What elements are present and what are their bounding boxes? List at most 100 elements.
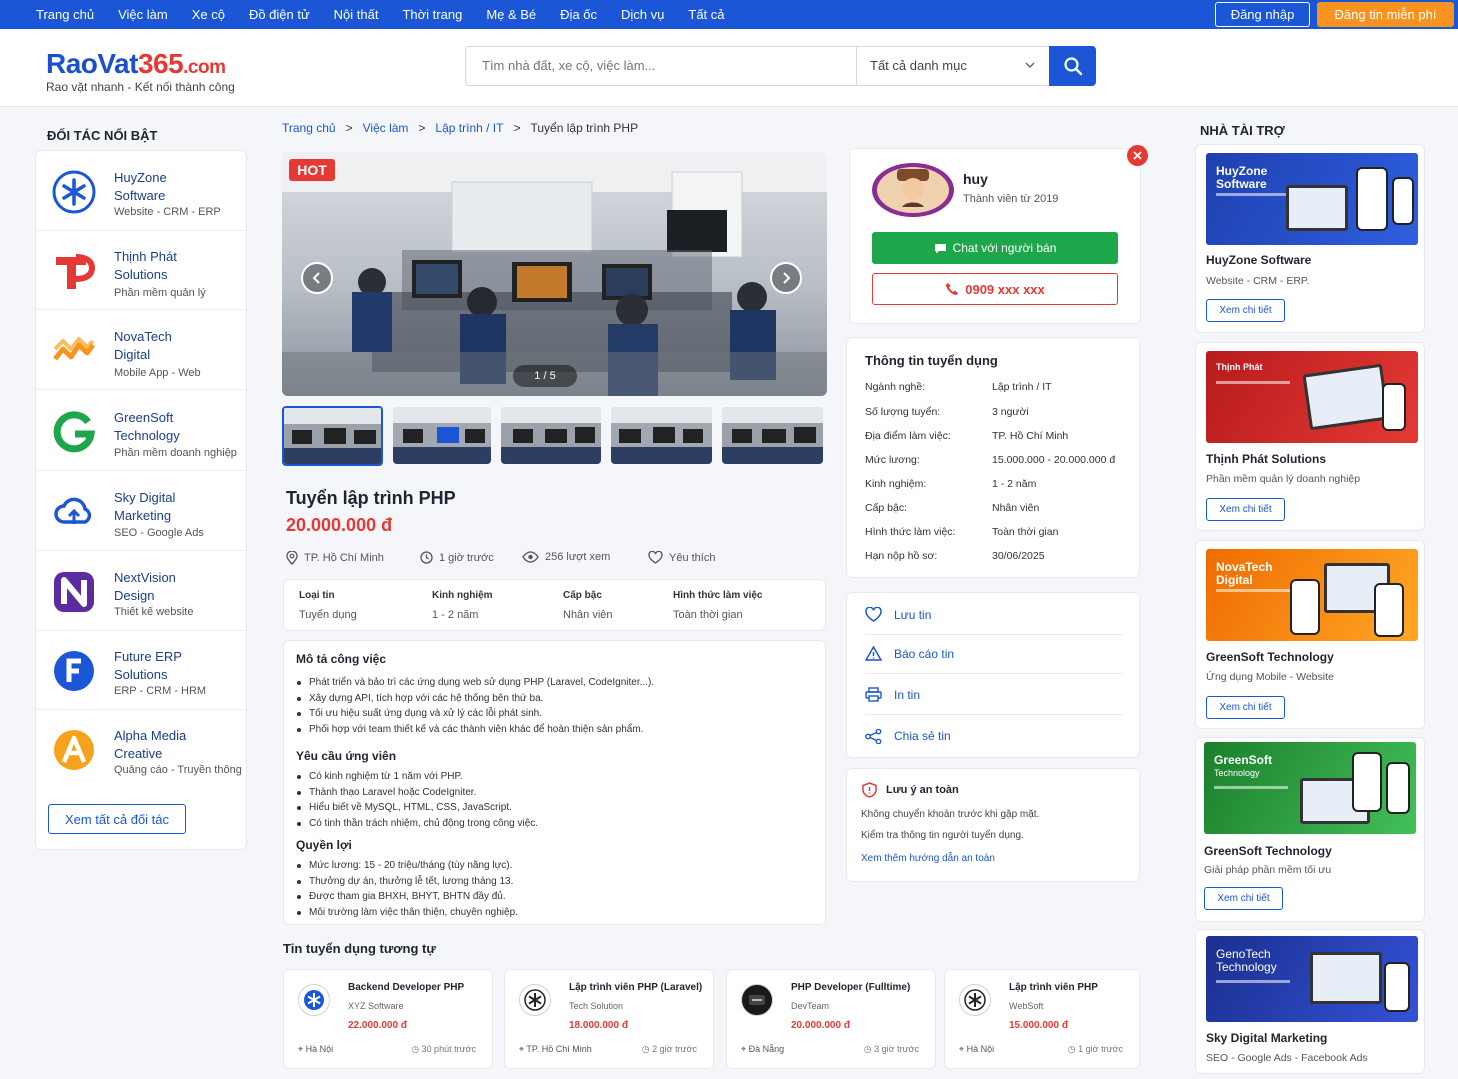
main-listing-image[interactable]: [282, 152, 827, 396]
partner-item[interactable]: Sky Digital Marketing SEO - Google Ads: [36, 472, 246, 551]
similar-job-location: ⌖ Đà Nẵng: [741, 1044, 785, 1054]
thumbnail[interactable]: [393, 407, 491, 464]
fact-value: Tuyển dụng: [299, 609, 357, 621]
thumbnail-photo: [722, 407, 823, 464]
login-button[interactable]: Đăng nhập: [1215, 2, 1310, 27]
partner-desc: Quảng cáo - Truyền thông: [114, 764, 242, 776]
banner-line: GreenSoft: [1214, 753, 1273, 767]
partner-item[interactable]: HuyZone Software Website - CRM - ERP: [36, 152, 246, 231]
seller-avatar[interactable]: [872, 163, 954, 217]
nav-services[interactable]: Dịch vụ: [621, 7, 664, 22]
sponsor-detail-button[interactable]: Xem chi tiết: [1204, 887, 1283, 910]
sponsor-banner[interactable]: GreenSoft Technology: [1204, 742, 1416, 834]
fact-value: Nhân viên: [563, 609, 613, 621]
sponsor-desc: Website - CRM - ERP.: [1206, 275, 1310, 287]
avatar-illustration: [877, 167, 949, 213]
office-photo: [282, 152, 827, 396]
breadcrumb-home[interactable]: Trang chủ: [282, 121, 336, 135]
nav-all[interactable]: Tất cả: [688, 7, 724, 22]
similar-job-card[interactable]: PHP Developer (Fulltime) DevTeam 20.000.…: [726, 969, 936, 1069]
banner-tagline: [1216, 193, 1290, 196]
sponsor-detail-button[interactable]: Xem chi tiết: [1206, 299, 1285, 322]
sponsor-banner[interactable]: Thịnh Phát: [1206, 351, 1418, 443]
report-listing-button[interactable]: Báo cáo tin: [865, 634, 1123, 674]
prev-image-button[interactable]: [301, 262, 333, 294]
search-input[interactable]: [482, 47, 852, 85]
partner-name-line1: Sky Digital: [114, 490, 176, 505]
share-listing-button[interactable]: Chia sẻ tin: [865, 716, 1123, 756]
sponsor-detail-button[interactable]: Xem chi tiết: [1206, 498, 1285, 521]
sponsor-desc: SEO - Google Ads - Facebook Ads: [1206, 1052, 1368, 1064]
thumbnail[interactable]: [611, 407, 712, 464]
like-text: Yêu thích: [669, 551, 716, 564]
chat-seller-button[interactable]: Chat với người bán: [872, 232, 1118, 264]
partner-item[interactable]: Thịnh Phát Solutions Phần mềm quản lý: [36, 231, 246, 310]
nav-home[interactable]: Trang chủ: [36, 7, 94, 22]
save-listing-button[interactable]: Lưu tin: [865, 595, 1123, 635]
partner-name-line2: Creative: [114, 746, 163, 761]
sponsor-banner[interactable]: GenoTech Technology: [1206, 936, 1418, 1022]
close-button[interactable]: [1127, 145, 1148, 166]
like-button[interactable]: Yêu thích: [648, 551, 715, 564]
sponsor-banner-title: HuyZone Software: [1216, 165, 1267, 191]
job-description: Mô tả công việc Phát triển và bảo trì cá…: [283, 640, 826, 925]
info-value: Lập trình / IT: [992, 381, 1052, 393]
similar-job-card[interactable]: Lập trình viên PHP WebSoft 15.000.000 đ …: [944, 969, 1140, 1069]
nav-real-estate[interactable]: Địa ốc: [560, 7, 597, 22]
thumbnail[interactable]: [722, 407, 823, 464]
nav-furniture[interactable]: Nội thất: [334, 7, 379, 22]
safety-title: Lưu ý an toàn: [886, 784, 959, 796]
sponsor-banner[interactable]: NovaTech Digital: [1206, 549, 1418, 641]
similar-job-card[interactable]: Lập trình viên PHP (Laravel) Tech Soluti…: [504, 969, 714, 1069]
listing-price: 20.000.000 đ: [286, 515, 393, 535]
partner-name-line1: Thịnh Phát: [114, 249, 177, 264]
asterisk-logo-icon: [524, 989, 546, 1011]
nav-mom-baby[interactable]: Mẹ & Bé: [486, 7, 536, 22]
partner-name-line1: NextVision: [114, 570, 176, 585]
phone-icon: [946, 283, 959, 295]
recruitment-info: Thông tin tuyển dụng Ngành nghề: Lập trìn…: [846, 337, 1140, 578]
warning-icon: [865, 646, 882, 661]
view-all-partners-button[interactable]: Xem tất cả đối tác: [48, 804, 186, 834]
thumbnail[interactable]: [282, 406, 383, 466]
partner-item[interactable]: Future ERP Solutions ERP - CRM - HRM: [36, 631, 246, 710]
banner-tagline: [1216, 381, 1290, 384]
company-logo: [298, 984, 330, 1016]
breadcrumb-it[interactable]: Lập trình / IT: [435, 121, 503, 135]
safety-guide-link[interactable]: Xem thêm hướng dẫn an toàn: [861, 853, 995, 864]
location-text: Đà Nẵng: [748, 1044, 785, 1054]
tp-logo-icon: [56, 254, 96, 289]
post-free-button[interactable]: Đăng tin miễn phí: [1317, 2, 1454, 27]
sponsor-detail-button[interactable]: Xem chi tiết: [1206, 696, 1285, 719]
list-item: Thành thạo Laravel hoặc CodeIgniter.: [296, 785, 538, 801]
next-image-button[interactable]: [770, 262, 802, 294]
safety-text: Không chuyển khoản trước khi gặp mặt.: [861, 809, 1040, 820]
print-listing-button[interactable]: In tin: [865, 675, 1123, 715]
similar-job-card[interactable]: Backend Developer PHP XYZ Software 22.00…: [283, 969, 493, 1069]
description-list: Phát triển và bảo trì các ứng dụng web s…: [296, 675, 654, 738]
nav-fashion[interactable]: Thời trang: [402, 7, 462, 22]
sponsor-banner[interactable]: HuyZone Software: [1206, 153, 1418, 245]
nav-vehicles[interactable]: Xe cộ: [192, 7, 225, 22]
search-button[interactable]: [1049, 46, 1096, 86]
partner-item[interactable]: NextVision Design Thiết kế website: [36, 552, 246, 631]
nav-electronics[interactable]: Đồ điện tử: [249, 7, 310, 22]
breadcrumb-jobs[interactable]: Việc làm: [363, 121, 409, 135]
partner-item[interactable]: Alpha Media Creative Quảng cáo - Truyền t…: [36, 710, 246, 789]
partner-desc: Website - CRM - ERP: [114, 206, 221, 218]
time-text: 30 phút trước: [421, 1044, 476, 1054]
thumbnail[interactable]: [501, 407, 601, 464]
similar-job-title: Backend Developer PHP: [348, 982, 465, 993]
partner-name-line2: Digital: [114, 347, 151, 362]
action-label: Lưu tin: [894, 607, 932, 622]
similar-jobs-title: Tin tuyển dụng tương tự: [283, 941, 436, 956]
list-item: Thưởng dự án, thưởng lễ tết, lương tháng…: [297, 874, 518, 890]
nav-jobs[interactable]: Việc làm: [118, 7, 168, 22]
partner-item[interactable]: GreenSoft Technology Phần mềm doanh nghiệ…: [36, 392, 246, 471]
seller-name[interactable]: huy: [963, 171, 988, 187]
location-text: Hà Nội: [305, 1044, 334, 1054]
category-select[interactable]: Tất cả danh mục: [870, 47, 967, 85]
show-phone-button[interactable]: 0909 xxx xxx: [872, 273, 1118, 305]
partner-item[interactable]: NovaTech Digital Mobile App - Web: [36, 311, 246, 390]
time-text: 1 giờ trước: [439, 551, 494, 564]
